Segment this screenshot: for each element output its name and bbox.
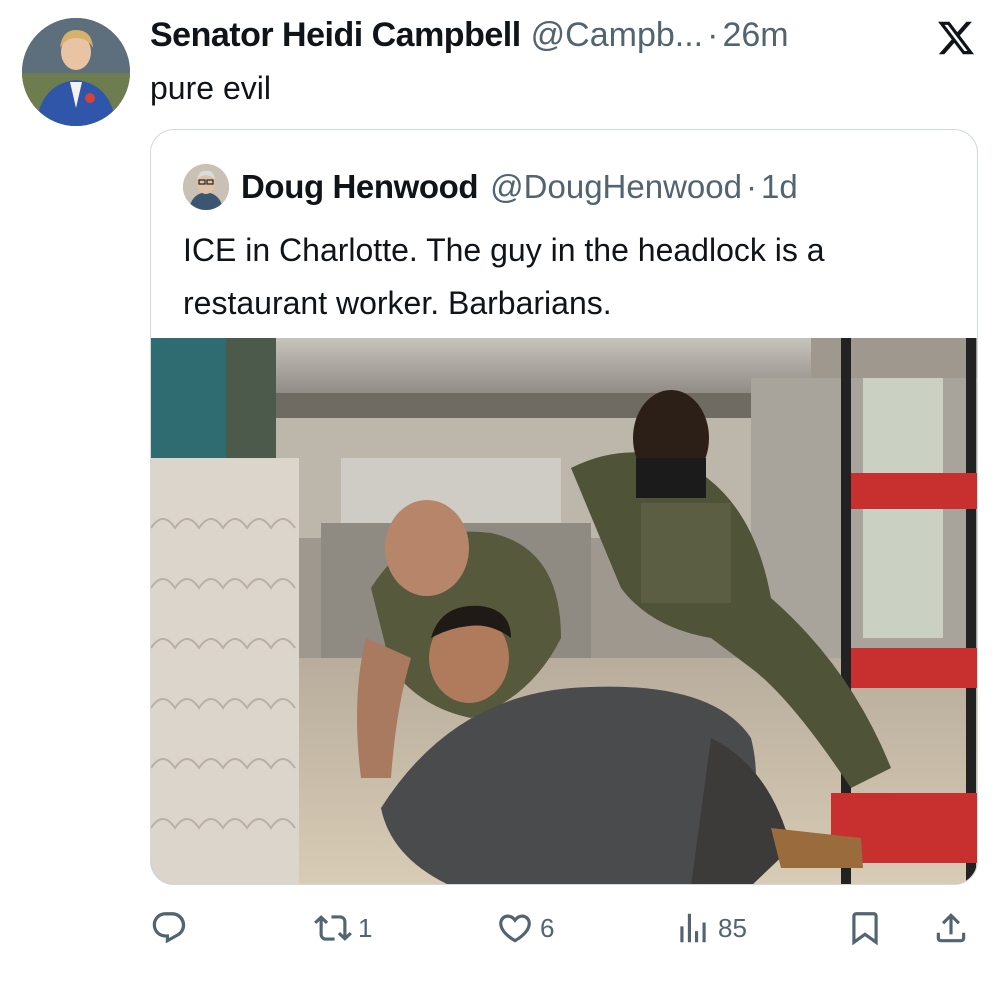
retweet-count: 1: [358, 912, 373, 943]
share-button[interactable]: [932, 898, 970, 958]
tweet-photo[interactable]: [151, 338, 978, 885]
tweet-timestamp[interactable]: 26m: [722, 16, 788, 55]
views-chart-icon: [680, 913, 706, 943]
separator-dot: ·: [746, 168, 757, 205]
author-avatar[interactable]: [22, 18, 130, 126]
quoted-tweet-text: ICE in Charlotte. The guy in the headloc…: [183, 232, 825, 321]
quoted-tweet-header: Doug Henwood @DougHenwood · 1d: [183, 164, 798, 210]
quoted-tweet-timestamp[interactable]: 1d: [761, 168, 798, 206]
avatar-image: [183, 164, 229, 210]
like-button[interactable]: 6: [496, 898, 554, 958]
tweet-text: pure evil: [150, 70, 271, 106]
bookmark-button[interactable]: [846, 898, 884, 958]
author-name[interactable]: Senator Heidi Campbell: [150, 16, 521, 55]
share-icon: [936, 913, 966, 943]
avatar-image: [22, 18, 130, 126]
bookmark-icon: [852, 912, 878, 946]
reply-button[interactable]: [150, 898, 194, 958]
separator-dot: ·: [707, 16, 719, 54]
quoted-tweet-card[interactable]: Doug Henwood @DougHenwood · 1d ICE in Ch…: [150, 129, 978, 885]
x-logo-icon[interactable]: [936, 18, 976, 58]
quoted-author-avatar: [183, 164, 229, 210]
author-handle[interactable]: @Campb...: [531, 16, 703, 55]
like-count: 6: [540, 912, 555, 943]
views-button[interactable]: 85: [674, 898, 747, 958]
retweet-button[interactable]: 1: [314, 898, 372, 958]
reply-icon: [152, 912, 186, 944]
views-count: 85: [718, 912, 747, 943]
tweet-header: Senator Heidi Campbell @Campb... · 26m: [150, 16, 940, 58]
quoted-author-name[interactable]: Doug Henwood: [241, 168, 479, 206]
tweet-action-bar: 1 6 85: [150, 898, 978, 958]
retweet-icon: [314, 915, 352, 941]
heart-icon: [499, 914, 531, 943]
quoted-author-handle[interactable]: @DougHenwood: [490, 168, 742, 206]
